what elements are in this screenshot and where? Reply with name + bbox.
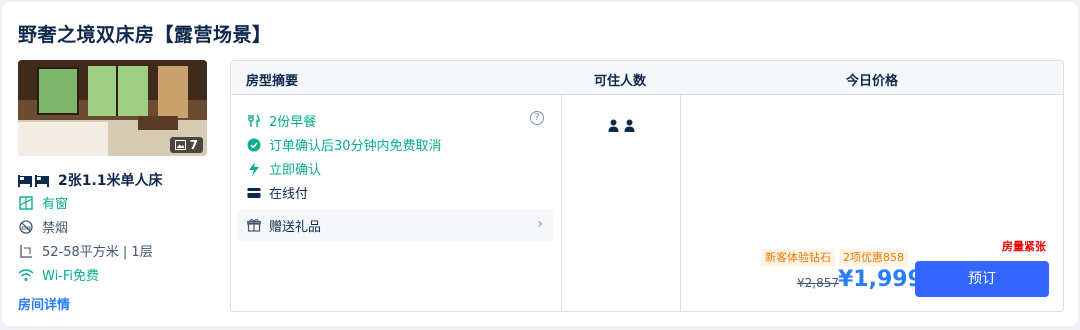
room-photo[interactable]: 7 bbox=[18, 60, 207, 156]
check-circle-icon bbox=[247, 138, 261, 151]
card-icon bbox=[247, 187, 261, 198]
column-divider bbox=[561, 95, 562, 311]
feature-no-smoking: 禁烟 bbox=[18, 217, 68, 236]
header-price: 今日价格 bbox=[846, 74, 899, 89]
table-header: 房型摘要 可住人数 今日价格 bbox=[231, 61, 1063, 95]
feature-window: 有窗 bbox=[18, 193, 68, 212]
discount-tag[interactable]: 2项优惠858 bbox=[839, 249, 908, 267]
perk-instant-confirm: 立即确认 bbox=[247, 159, 321, 178]
bed-info: 2张1.1米单人床 bbox=[18, 170, 163, 190]
perk-label: 2份早餐 bbox=[269, 115, 317, 130]
urgency-label: 房量紧张 bbox=[1002, 240, 1046, 253]
window-icon bbox=[19, 195, 33, 210]
photo-count-badge[interactable]: 7 bbox=[169, 137, 203, 153]
feature-label: 有窗 bbox=[42, 197, 69, 212]
current-price: ¥1,999 bbox=[838, 267, 923, 292]
feature-label: Wi-Fi免费 bbox=[42, 269, 100, 284]
lightning-icon bbox=[249, 161, 259, 176]
perk-label: 立即确认 bbox=[269, 163, 322, 178]
book-button[interactable]: 预订 bbox=[915, 261, 1049, 297]
feature-label: 52-58平方米 | 1层 bbox=[42, 245, 153, 260]
feature-area: 52-58平方米 | 1层 bbox=[18, 241, 153, 260]
feature-label: 禁烟 bbox=[42, 221, 69, 236]
feature-wifi: Wi-Fi免费 bbox=[18, 265, 99, 284]
discount-tag: 新客体验钻石 bbox=[761, 249, 835, 267]
bed-icon bbox=[18, 175, 49, 187]
header-occupancy: 可住人数 bbox=[594, 74, 647, 89]
gift-row[interactable]: 赠送礼品 › bbox=[237, 209, 553, 241]
column-divider bbox=[680, 95, 681, 311]
bed-label: 2张1.1米单人床 bbox=[58, 173, 163, 189]
gift-label: 赠送礼品 bbox=[269, 219, 322, 235]
occupancy bbox=[608, 119, 636, 133]
perk-free-cancel: 订单确认后30分钟内免费取消 bbox=[247, 135, 442, 154]
perk-label: 订单确认后30分钟内免费取消 bbox=[269, 139, 442, 154]
room-details-link[interactable]: 房间详情 bbox=[18, 294, 70, 313]
image-icon bbox=[174, 140, 186, 150]
wifi-icon bbox=[18, 268, 34, 281]
original-price: ¥2,857 bbox=[797, 276, 839, 290]
header-summary: 房型摘要 bbox=[246, 74, 299, 89]
no-smoking-icon bbox=[19, 219, 33, 234]
rate-table: 房型摘要 可住人数 今日价格 2份早餐 ? 订单确认后30分钟内免费取消 立即确… bbox=[230, 60, 1064, 312]
chevron-right-icon: › bbox=[537, 216, 543, 232]
room-card: 野奢之境双床房【露营场景】 7 2张1.1米单人床 有窗 禁烟 52-58平方米… bbox=[2, 2, 1078, 326]
perk-breakfast: 2份早餐 bbox=[247, 111, 316, 130]
perk-label: 在线付 bbox=[269, 187, 309, 202]
photo-count: 7 bbox=[189, 138, 198, 152]
room-title: 野奢之境双床房【露营场景】 bbox=[18, 24, 272, 46]
perk-online-pay: 在线付 bbox=[247, 183, 308, 202]
gift-icon bbox=[247, 218, 261, 232]
breakfast-icon bbox=[248, 114, 260, 127]
guest-icon bbox=[608, 119, 635, 132]
area-icon bbox=[20, 244, 32, 258]
help-icon[interactable]: ? bbox=[530, 111, 544, 125]
